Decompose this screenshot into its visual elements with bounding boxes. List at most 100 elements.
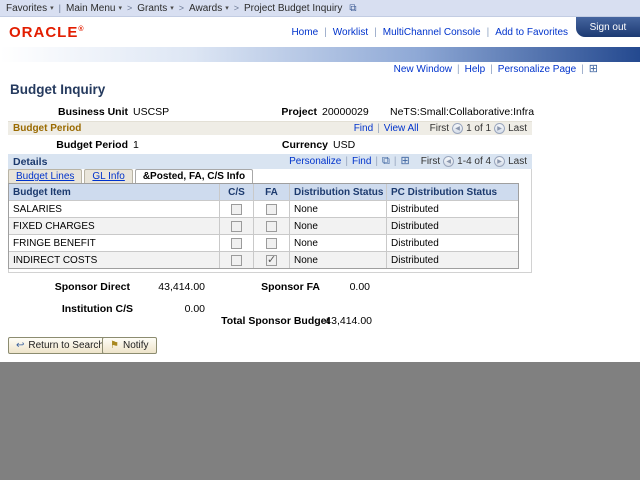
page-content: New Window | Help | Personalize Page | ⊞…: [0, 62, 640, 362]
next-row-button[interactable]: ▶: [494, 123, 505, 134]
home-link[interactable]: Home: [291, 27, 318, 38]
column-header-fa: FA: [253, 184, 289, 200]
pc-distribution-status-cell: Distributed: [386, 252, 518, 268]
pc-distribution-status-cell: Distributed: [386, 235, 518, 251]
table-row: FIXED CHARGES None Distributed: [9, 217, 518, 234]
chevron-down-icon: ▾: [225, 4, 229, 12]
tab-label: GL Info: [92, 171, 124, 182]
breadcrumb-label: Awards: [189, 3, 222, 14]
pager-range: 1-4 of 4: [457, 156, 491, 167]
header-gradient-band: [0, 47, 640, 62]
header-nav: Home | Worklist | MultiChannel Console |…: [291, 27, 568, 38]
last-link[interactable]: Last: [508, 123, 527, 134]
personalize-link[interactable]: Personalize: [289, 156, 341, 167]
details-section-header: Details Personalize | Find | ⧉ | ⊞ First…: [8, 154, 532, 169]
cs-checkbox: [231, 255, 242, 266]
add-to-favorites-link[interactable]: Add to Favorites: [495, 27, 568, 38]
button-label: Return to Search: [28, 340, 104, 351]
project-label: Project: [237, 106, 317, 118]
oracle-logo-text: ORACLE: [9, 24, 78, 41]
fa-checkbox: [266, 221, 277, 232]
fa-checkbox: [266, 238, 277, 249]
personalize-page-link[interactable]: Personalize Page: [498, 64, 576, 75]
currency-value: USD: [333, 139, 355, 151]
find-link[interactable]: Find: [352, 156, 371, 167]
previous-row-button[interactable]: ◀: [443, 156, 454, 167]
separator: |: [490, 64, 493, 75]
breadcrumb-label: Grants: [137, 3, 167, 14]
column-header-pc-distribution-status: PC Distribution Status: [386, 184, 518, 200]
separator: |: [581, 64, 584, 75]
cs-checkbox: [231, 204, 242, 215]
view-all-link[interactable]: View All: [384, 123, 419, 134]
distribution-status-cell: None: [289, 218, 386, 234]
pager-range: 1 of 1: [466, 123, 491, 134]
fa-checkbox: [266, 255, 277, 266]
breadcrumb-divider: |: [59, 3, 61, 13]
budget-item-cell: FRINGE BENEFIT: [9, 235, 219, 251]
registered-mark: ®: [78, 26, 83, 33]
sponsor-direct-value: 43,414.00: [145, 281, 205, 293]
separator: |: [324, 27, 327, 38]
help-link[interactable]: Help: [465, 64, 486, 75]
breadcrumb-item-main-menu[interactable]: Main Menu ▾: [66, 3, 122, 14]
column-header-distribution-status: Distribution Status: [289, 184, 386, 200]
sponsor-fa-label: Sponsor FA: [220, 281, 320, 293]
breadcrumb: Favorites ▾ | Main Menu ▾ > Grants ▾ > A…: [0, 0, 640, 17]
institution-cs-value: 0.00: [145, 303, 205, 315]
budget-item-cell: FIXED CHARGES: [9, 218, 219, 234]
last-link[interactable]: Last: [508, 156, 527, 167]
grid-icon[interactable]: ⊞: [589, 64, 598, 75]
tab-gl-info[interactable]: GL Info: [84, 169, 132, 183]
oracle-logo: ORACLE®: [9, 24, 84, 41]
right-arrow-icon: ▶: [497, 158, 502, 165]
section-title: Budget Period: [13, 123, 81, 134]
details-grid-tabs: Budget Lines GL Info &Posted, FA, C/S In…: [8, 169, 255, 183]
tab-posted-fa-cs-info[interactable]: &Posted, FA, C/S Info: [135, 169, 253, 183]
table-row: FRINGE BENEFIT None Distributed: [9, 234, 518, 251]
notify-flag-icon: ⚑: [110, 341, 119, 351]
pc-distribution-status-cell: Distributed: [386, 201, 518, 217]
notebook-icon[interactable]: ⧉: [349, 3, 356, 14]
find-link[interactable]: Find: [354, 123, 373, 134]
separator: |: [487, 27, 490, 38]
tab-budget-lines[interactable]: Budget Lines: [8, 169, 82, 183]
download-grid-icon[interactable]: ⊞: [401, 156, 410, 167]
breadcrumb-item-awards[interactable]: Awards ▾: [189, 3, 229, 14]
budget-period-value: 1: [133, 139, 139, 151]
currency-label: Currency: [238, 139, 328, 151]
sign-out-button[interactable]: Sign out: [576, 17, 640, 37]
zoom-popup-icon[interactable]: ⧉: [382, 156, 390, 167]
first-link[interactable]: First: [421, 156, 440, 167]
details-grid: Budget Item C/S FA Distribution Status P…: [8, 183, 519, 269]
budget-period-pager: First ◀ 1 of 1 ▶ Last: [430, 123, 527, 134]
details-pager: First ◀ 1-4 of 4 ▶ Last: [421, 156, 527, 167]
budget-item-cell: INDIRECT COSTS: [9, 252, 219, 268]
budget-item-cell: SALARIES: [9, 201, 219, 217]
breadcrumb-separator: >: [179, 3, 184, 13]
multichannel-console-link[interactable]: MultiChannel Console: [383, 27, 481, 38]
breadcrumb-item-current-page: Project Budget Inquiry: [244, 3, 342, 14]
breadcrumb-item-favorites[interactable]: Favorites ▾: [6, 3, 54, 14]
project-value: 20000029: [322, 106, 369, 118]
breadcrumb-separator: >: [127, 3, 132, 13]
breadcrumb-item-grants[interactable]: Grants ▾: [137, 3, 174, 14]
column-header-cs: C/S: [219, 184, 253, 200]
return-to-search-button[interactable]: ↩ Return to Search: [8, 337, 112, 354]
new-window-link[interactable]: New Window: [394, 64, 452, 75]
notify-button[interactable]: ⚑ Notify: [102, 337, 157, 354]
first-link[interactable]: First: [430, 123, 449, 134]
left-arrow-icon: ◀: [446, 158, 451, 165]
fa-checkbox: [266, 204, 277, 215]
separator: |: [394, 156, 397, 167]
business-unit-value: USCSP: [133, 106, 169, 118]
worklist-link[interactable]: Worklist: [333, 27, 368, 38]
next-row-button[interactable]: ▶: [494, 156, 505, 167]
total-sponsor-budget-value: 43,414.00: [312, 315, 372, 327]
budget-period-label: Budget Period: [38, 139, 128, 151]
chevron-down-icon: ▾: [170, 4, 174, 12]
previous-row-button[interactable]: ◀: [452, 123, 463, 134]
cs-checkbox: [231, 221, 242, 232]
institution-cs-label: Institution C/S: [33, 303, 133, 315]
distribution-status-cell: None: [289, 252, 386, 268]
